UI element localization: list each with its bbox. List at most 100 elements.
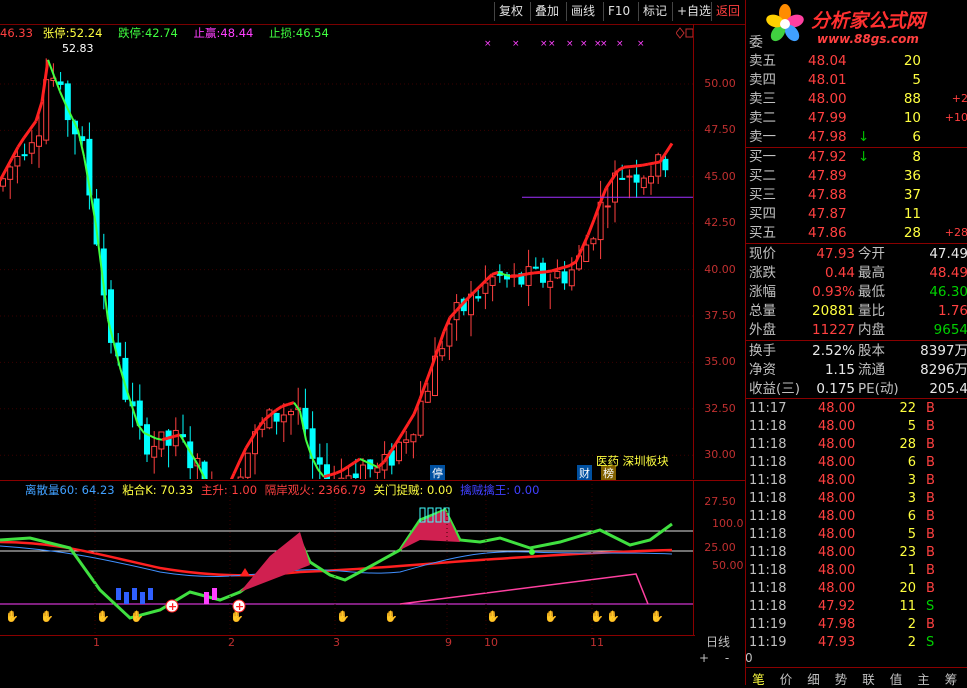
period-selector[interactable]: 日线: [706, 633, 730, 650]
ask-level-row[interactable]: 卖三 48.00 88 +2: [746, 90, 967, 108]
adjust-rights-button[interactable]: 复权: [494, 2, 527, 21]
fundamental-label: PE(动): [858, 380, 899, 399]
finance-badge[interactable]: 财: [577, 465, 592, 481]
tick-time: 11:18: [749, 472, 786, 490]
draw-line-button[interactable]: 画线: [566, 2, 599, 21]
ask-level-row[interactable]: 卖五 48.04 20: [746, 52, 967, 70]
stat-label: 内盘: [858, 321, 885, 340]
signal-x-mark: ×: [566, 39, 574, 49]
signal-x-mark: ×: [540, 39, 548, 49]
bottom-tab[interactable]: 细: [800, 669, 827, 688]
ma-segment: [642, 164, 648, 165]
divider: [746, 398, 967, 399]
pink-fill-area: [240, 532, 310, 592]
ma-segment: [474, 286, 480, 292]
candle-body: [562, 272, 567, 283]
bid-level-row[interactable]: 买四 47.87 11: [746, 205, 967, 223]
mark-button[interactable]: 标记: [638, 2, 671, 21]
bottom-tab[interactable]: 势: [828, 669, 855, 688]
date-tick: 3: [333, 636, 340, 649]
candle-body: [137, 401, 142, 425]
candle-body: [440, 349, 445, 356]
candle-body: [152, 446, 157, 457]
candle-body: [238, 477, 243, 479]
magenta-trend-line: [400, 574, 648, 604]
divider: [746, 243, 967, 244]
tick-row: 11:18 48.00 5 B: [746, 526, 967, 544]
tick-time: 11:18: [749, 562, 786, 580]
price-axis-label: 37.50: [694, 309, 746, 322]
stat-value: 1.76: [896, 302, 967, 321]
ask-price: 48.01: [808, 71, 847, 89]
ma-segment: [630, 166, 636, 167]
candle-body: [490, 277, 495, 286]
bottom-tab[interactable]: 主: [910, 669, 937, 688]
candle-body: [58, 82, 63, 84]
ma-segment: [168, 436, 174, 438]
tick-time: 11:19: [749, 634, 786, 652]
stat-value: 9654: [896, 321, 967, 340]
back-button[interactable]: 返回: [711, 2, 744, 21]
tick-side: S: [926, 598, 934, 616]
date-tick: 1: [93, 636, 100, 649]
candle-body: [274, 413, 279, 421]
ma-segment: [528, 273, 534, 274]
bottom-tab[interactable]: 筹: [938, 669, 965, 688]
stat-value: 48.49: [896, 264, 967, 283]
candle-body: [404, 440, 409, 443]
bid-level-row[interactable]: 买五 47.86 28 +28: [746, 224, 967, 242]
ask-volume: 10: [874, 109, 921, 127]
ask-level-label: 卖四: [749, 71, 776, 89]
overlay-button[interactable]: 叠加: [530, 2, 563, 21]
bottom-tab[interactable]: 价: [773, 669, 800, 688]
bottom-tab[interactable]: 联: [855, 669, 882, 688]
quote-stat-row: 涨幅 0.93% 最低 46.30: [746, 283, 967, 302]
ma-segment: [342, 467, 348, 471]
f10-button[interactable]: F10: [603, 2, 634, 21]
ask-price: 47.98: [808, 128, 847, 146]
candle-body: [591, 239, 596, 244]
add-watchlist-button[interactable]: +自选: [672, 2, 715, 21]
tick-volume: 20: [886, 580, 916, 598]
bottom-tab[interactable]: 笔: [745, 669, 772, 688]
indicator-chart[interactable]: ✋✋✋✋✋✋✋✋✋✋✋✋++: [0, 480, 745, 635]
tick-row: 11:18 48.00 3 B: [746, 472, 967, 490]
price-axis-label: 35.00: [694, 355, 746, 368]
candle-body: [663, 159, 668, 169]
tick-time: 11:19: [749, 616, 786, 634]
down-arrow-icon: ↓: [858, 128, 869, 146]
ask-level-row[interactable]: 卖一 47.98 ↓ 6: [746, 128, 967, 146]
candle-body: [15, 156, 20, 166]
candle-body: [8, 167, 13, 179]
ma-segment: [234, 461, 240, 474]
hand-signal-icon: ✋: [486, 610, 500, 623]
tick-volume: 3: [886, 472, 916, 490]
tick-price: 48.00: [818, 508, 855, 526]
suspension-badge[interactable]: 停: [430, 465, 445, 481]
bid-level-row[interactable]: 买三 47.88 37: [746, 186, 967, 204]
bid-level-row[interactable]: 买一 47.92 ↓ 8: [746, 148, 967, 166]
sector-label[interactable]: 医药 深圳板块: [596, 453, 669, 469]
stat-value: 47.49: [896, 245, 967, 264]
tick-volume: 2: [886, 616, 916, 634]
price-axis-label: 50.00: [694, 77, 746, 90]
tick-time: 11:18: [749, 544, 786, 562]
stat-label: 最低: [858, 283, 885, 302]
ask-level-label: 卖五: [749, 52, 776, 70]
tick-volume: 1: [886, 562, 916, 580]
ma-segment: [438, 331, 444, 348]
signal-x-mark: ×: [637, 39, 645, 49]
bid-level-row[interactable]: 买二 47.89 36: [746, 167, 967, 185]
candle-body: [361, 465, 366, 479]
ask-level-row[interactable]: 卖二 47.99 10 +10: [746, 109, 967, 127]
ask-level-row[interactable]: 卖四 48.01 5: [746, 71, 967, 89]
tick-side: B: [926, 544, 935, 562]
bid-level-label: 买四: [749, 205, 776, 223]
hand-signal-icon: ✋: [606, 610, 620, 623]
ma-segment: [78, 130, 84, 156]
bid-volume: 11: [874, 205, 921, 223]
bottom-tab[interactable]: 值: [883, 669, 910, 688]
bid-level-label: 买一: [749, 148, 776, 166]
candlestick-chart[interactable]: ××××××××××: [0, 24, 745, 479]
tick-price: 47.98: [818, 616, 855, 634]
